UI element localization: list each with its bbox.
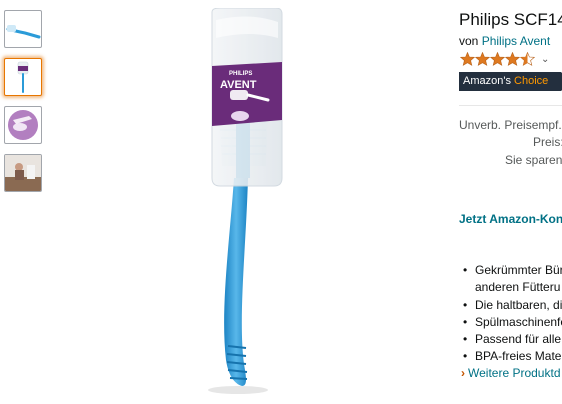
lifestyle-photo-icon [5,155,41,191]
thumbnail-brush-side[interactable] [4,10,42,48]
brand-top-text: PHILIPS [229,71,252,77]
thumbnail-brush-package[interactable] [4,58,42,96]
cut-off-text [459,396,496,404]
more-link-label: Weitere Produktd [468,366,561,380]
more-product-details-link[interactable]: › Weitere Produktd [461,366,561,380]
thumbnail-teat-brush[interactable] [4,106,42,144]
main-product-image[interactable]: PHILIPS AVENT [190,8,300,398]
star-full-icon [490,52,505,66]
chevron-down-icon[interactable]: ⌄ [541,54,549,65]
bullet-item-continuation: anderen Fütteru [475,280,561,295]
star-full-icon [505,52,520,66]
bottle-brush-product-illustration: PHILIPS AVENT [208,8,283,394]
brush-package-icon [17,61,29,93]
chevron-right-icon: › [461,366,465,380]
amazons-choice-badge[interactable]: Amazon's Choice [459,72,562,91]
feature-bullets: Gekrümmter Bür anderen Fütteru Die haltb… [459,262,562,366]
product-info-panel: Philips SCF14 von Philips Avent ⌄ Amazon… [459,0,562,404]
bullet-item: Die haltbaren, di [459,297,562,315]
rating-stars[interactable]: ⌄ [460,51,549,67]
brush-side-icon [6,25,41,39]
byline: von Philips Avent [459,34,550,48]
list-price-label: Unverb. Preisempf.: [459,118,562,132]
badge-label-1: Amazon's [463,75,511,87]
star-full-icon [460,52,475,66]
savings-label: Sie sparen: [505,153,562,167]
by-prefix: von [459,34,479,48]
bullet-item: BPA-freies Mater [459,348,562,366]
bullet-item: Spülmaschinenfe [459,314,562,332]
divider [459,105,562,106]
thumbnail-lifestyle[interactable] [4,154,42,192]
badge-label-2: Choice [514,75,549,87]
product-title: Philips SCF14 [459,10,562,29]
bullet-item: Passend für alle [459,331,562,349]
price-label: Preis: [533,135,562,149]
star-half-icon [520,52,535,66]
brand-link[interactable]: Philips Avent [482,34,551,48]
bullet-item: Gekrümmter Bür [459,262,562,280]
amazon-account-link[interactable]: Jetzt Amazon-Kont [459,212,562,226]
star-full-icon [475,52,490,66]
teat-brush-icon [8,110,38,140]
brand-main-text: AVENT [220,79,257,91]
